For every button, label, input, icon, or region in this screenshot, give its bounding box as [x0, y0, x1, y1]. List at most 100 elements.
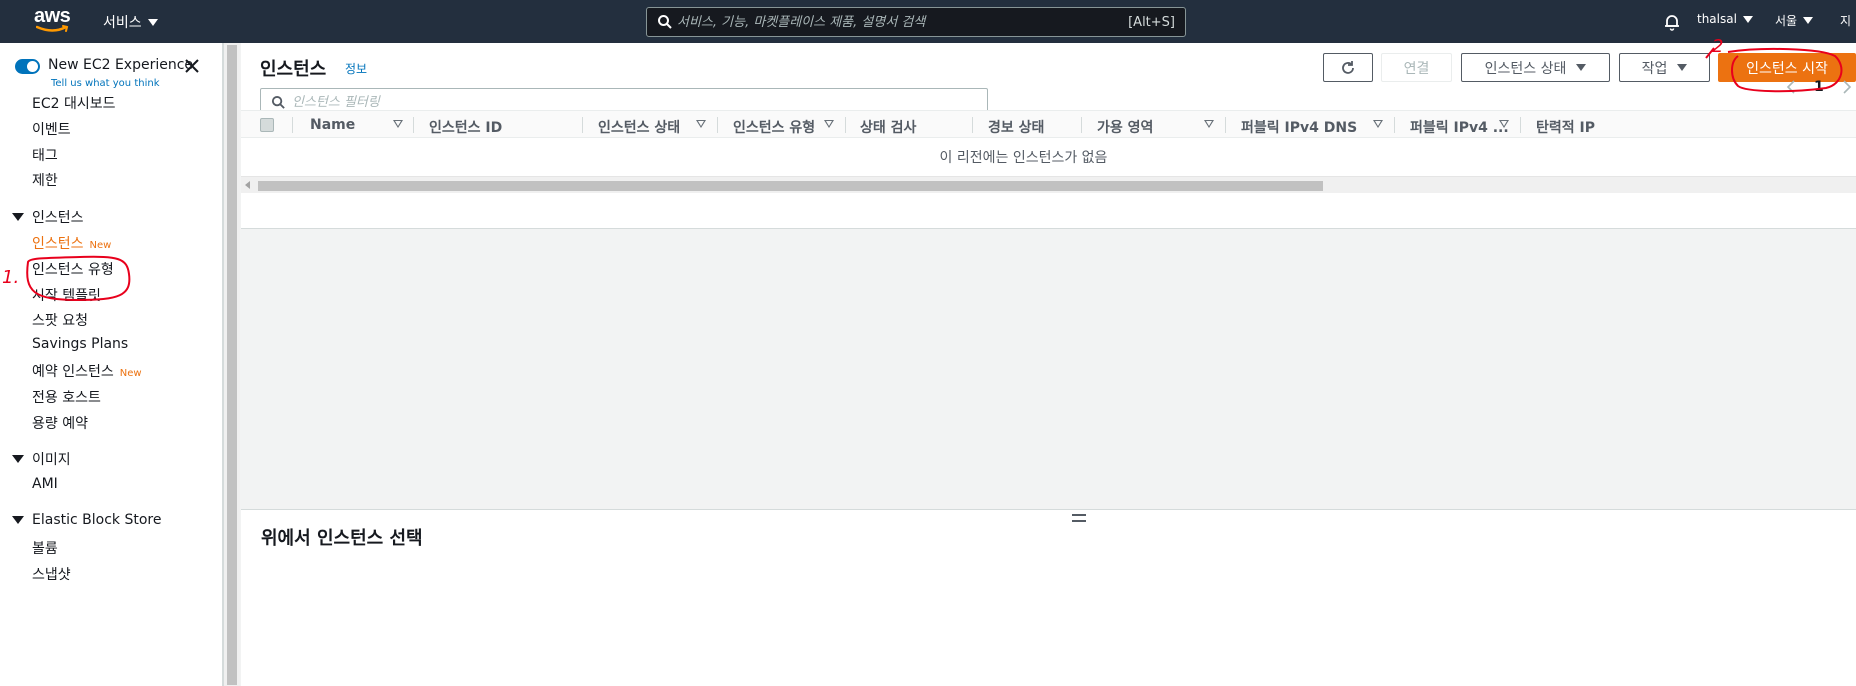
connect-button[interactable]: 연결: [1381, 53, 1452, 82]
sidebar-item-launch-templates[interactable]: 시작 템플릿: [32, 285, 101, 305]
sidebar-item-ec2-dashboard[interactable]: EC2 대시보드: [32, 93, 116, 113]
column-divider: [413, 117, 414, 133]
sort-icon[interactable]: [824, 120, 834, 128]
caret-down-icon: [1803, 17, 1814, 24]
column-header-public-ipv4-dns[interactable]: 퍼블릭 IPv4 DNS: [1241, 117, 1357, 137]
details-panel: 위에서 인스턴스 선택: [241, 509, 1856, 686]
sidebar-item-reserved-instances[interactable]: 예약 인스턴스 New: [32, 361, 142, 381]
sort-icon[interactable]: [1499, 120, 1509, 128]
sidebar-item-volumes[interactable]: 볼륨: [32, 538, 58, 558]
actions-label: 작업: [1641, 60, 1668, 77]
info-link[interactable]: 정보: [345, 60, 367, 77]
chevron-left-icon[interactable]: [1786, 80, 1796, 94]
bell-icon[interactable]: [1663, 13, 1681, 31]
scroll-left-arrow-icon[interactable]: [245, 181, 250, 189]
instance-filter-input[interactable]: [286, 95, 987, 110]
column-divider: [582, 117, 583, 133]
sort-icon[interactable]: [1204, 120, 1214, 128]
aws-logo[interactable]: aws: [34, 6, 74, 36]
caret-down-icon: [12, 516, 24, 524]
section-title: Elastic Block Store: [32, 512, 162, 528]
support-menu[interactable]: 지: [1840, 12, 1851, 29]
sort-icon[interactable]: [696, 120, 706, 128]
caret-down-icon: [147, 18, 158, 26]
account-menu[interactable]: thalsal: [1697, 12, 1753, 26]
aws-smile-icon: [36, 25, 69, 32]
sidebar-section-images[interactable]: 이미지: [12, 449, 71, 469]
services-menu-button[interactable]: 서비스: [103, 12, 158, 32]
top-navigation-bar: aws 서비스 [Alt+S] thalsal 서울 지: [0, 0, 1856, 43]
caret-down-icon: [1677, 64, 1688, 71]
page-number[interactable]: 1: [1814, 79, 1824, 95]
sidebar-item-spot-requests[interactable]: 스팟 요청: [32, 310, 88, 330]
column-header-instance-type[interactable]: 인스턴스 유형: [733, 117, 815, 137]
scrollbar-thumb[interactable]: [258, 181, 1323, 191]
column-header-alarm-status[interactable]: 경보 상태: [988, 117, 1044, 137]
search-icon: [658, 15, 672, 29]
sidebar-item-snapshots[interactable]: 스냅샷: [32, 564, 71, 584]
column-header-elastic-ip[interactable]: 탄력적 IP: [1536, 117, 1595, 137]
chevron-right-icon[interactable]: [1842, 80, 1852, 94]
sidebar-section-ebs[interactable]: Elastic Block Store: [12, 512, 161, 528]
new-experience-toggle[interactable]: [15, 59, 40, 74]
search-icon: [271, 95, 285, 109]
close-icon[interactable]: [185, 59, 199, 73]
page-title: 인스턴스: [260, 59, 327, 80]
new-badge: New: [119, 368, 142, 379]
sidebar-item-events[interactable]: 이벤트: [32, 119, 71, 139]
actions-dropdown[interactable]: 작업: [1619, 53, 1710, 82]
instance-state-dropdown[interactable]: 인스턴스 상태: [1461, 53, 1610, 82]
caret-down-icon: [12, 213, 24, 221]
search-shortcut-hint: [Alt+S]: [1128, 14, 1175, 30]
sidebar-item-instance-types[interactable]: 인스턴스 유형: [32, 259, 114, 279]
resize-handle[interactable]: [1072, 514, 1086, 522]
global-search-input[interactable]: [673, 14, 1129, 30]
sidebar-item-instances[interactable]: 인스턴스 New: [32, 233, 111, 253]
column-header-status-checks[interactable]: 상태 검사: [860, 117, 916, 137]
column-header-public-ipv4[interactable]: 퍼블릭 IPv4 ...: [1410, 117, 1509, 137]
aws-logo-text: aws: [34, 5, 71, 27]
caret-down-icon: [1576, 64, 1587, 71]
column-header-name[interactable]: Name: [310, 117, 355, 133]
sort-icon[interactable]: [393, 120, 403, 128]
column-header-instance-state[interactable]: 인스턴스 상태: [598, 117, 680, 137]
column-divider: [845, 117, 846, 133]
sidebar-scrollbar[interactable]: [223, 43, 240, 686]
column-divider: [292, 117, 293, 133]
sidebar-item-ami[interactable]: AMI: [32, 476, 58, 492]
caret-down-icon: [12, 455, 24, 463]
horizontal-scrollbar[interactable]: [241, 176, 1856, 193]
column-divider: [1520, 117, 1521, 133]
sidebar-item-limits[interactable]: 제한: [32, 170, 58, 190]
refresh-icon: [1342, 60, 1354, 74]
pagination: 1: [1786, 79, 1852, 95]
region-menu[interactable]: 서울: [1775, 12, 1814, 29]
empty-table-message: 이 리전에는 인스턴스가 없음: [939, 150, 1108, 166]
instance-state-label: 인스턴스 상태: [1484, 60, 1567, 77]
sidebar-item-savings-plans[interactable]: Savings Plans: [32, 336, 128, 352]
account-name: thalsal: [1697, 12, 1737, 26]
sidebar: New EC2 Experience Tell us what you thin…: [0, 43, 223, 686]
refresh-button[interactable]: [1323, 53, 1373, 82]
sort-icon[interactable]: [1373, 120, 1383, 128]
scrollbar-thumb[interactable]: [227, 45, 237, 685]
details-panel-title: 위에서 인스턴스 선택: [261, 528, 423, 549]
services-label: 서비스: [103, 15, 142, 31]
sidebar-section-instances[interactable]: 인스턴스: [12, 207, 84, 227]
sidebar-item-dedicated-hosts[interactable]: 전용 호스트: [32, 387, 101, 407]
feedback-link[interactable]: Tell us what you think: [51, 78, 160, 89]
panel-gap: [241, 229, 1856, 509]
section-title: 인스턴스: [32, 210, 84, 226]
new-badge: New: [89, 240, 112, 251]
column-header-instance-id[interactable]: 인스턴스 ID: [429, 117, 502, 137]
global-search[interactable]: [Alt+S]: [646, 7, 1186, 37]
sidebar-item-label: 인스턴스: [32, 236, 84, 252]
sidebar-item-capacity-reservations[interactable]: 용량 예약: [32, 413, 88, 433]
select-all-checkbox[interactable]: [260, 118, 274, 132]
column-header-availability-zone[interactable]: 가용 영역: [1097, 117, 1153, 137]
launch-instances-button[interactable]: 인스턴스 시작: [1718, 53, 1856, 82]
sidebar-item-tags[interactable]: 태그: [32, 145, 58, 165]
column-divider: [1394, 117, 1395, 133]
column-divider: [972, 117, 973, 133]
sidebar-item-label: 예약 인스턴스: [32, 364, 114, 380]
